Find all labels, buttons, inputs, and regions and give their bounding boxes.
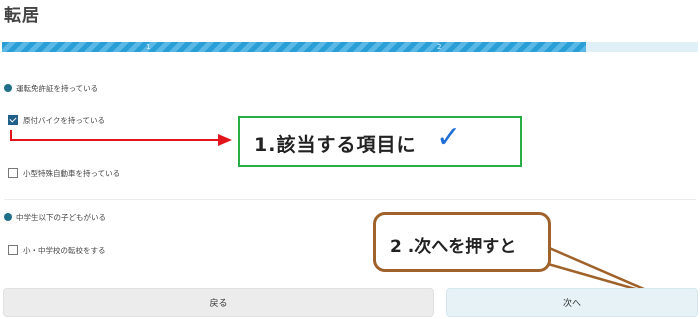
next-button[interactable]: 次へ (446, 288, 698, 317)
annotation-callout-tail-cover (541, 246, 548, 262)
back-button[interactable]: 戻る (3, 288, 434, 317)
